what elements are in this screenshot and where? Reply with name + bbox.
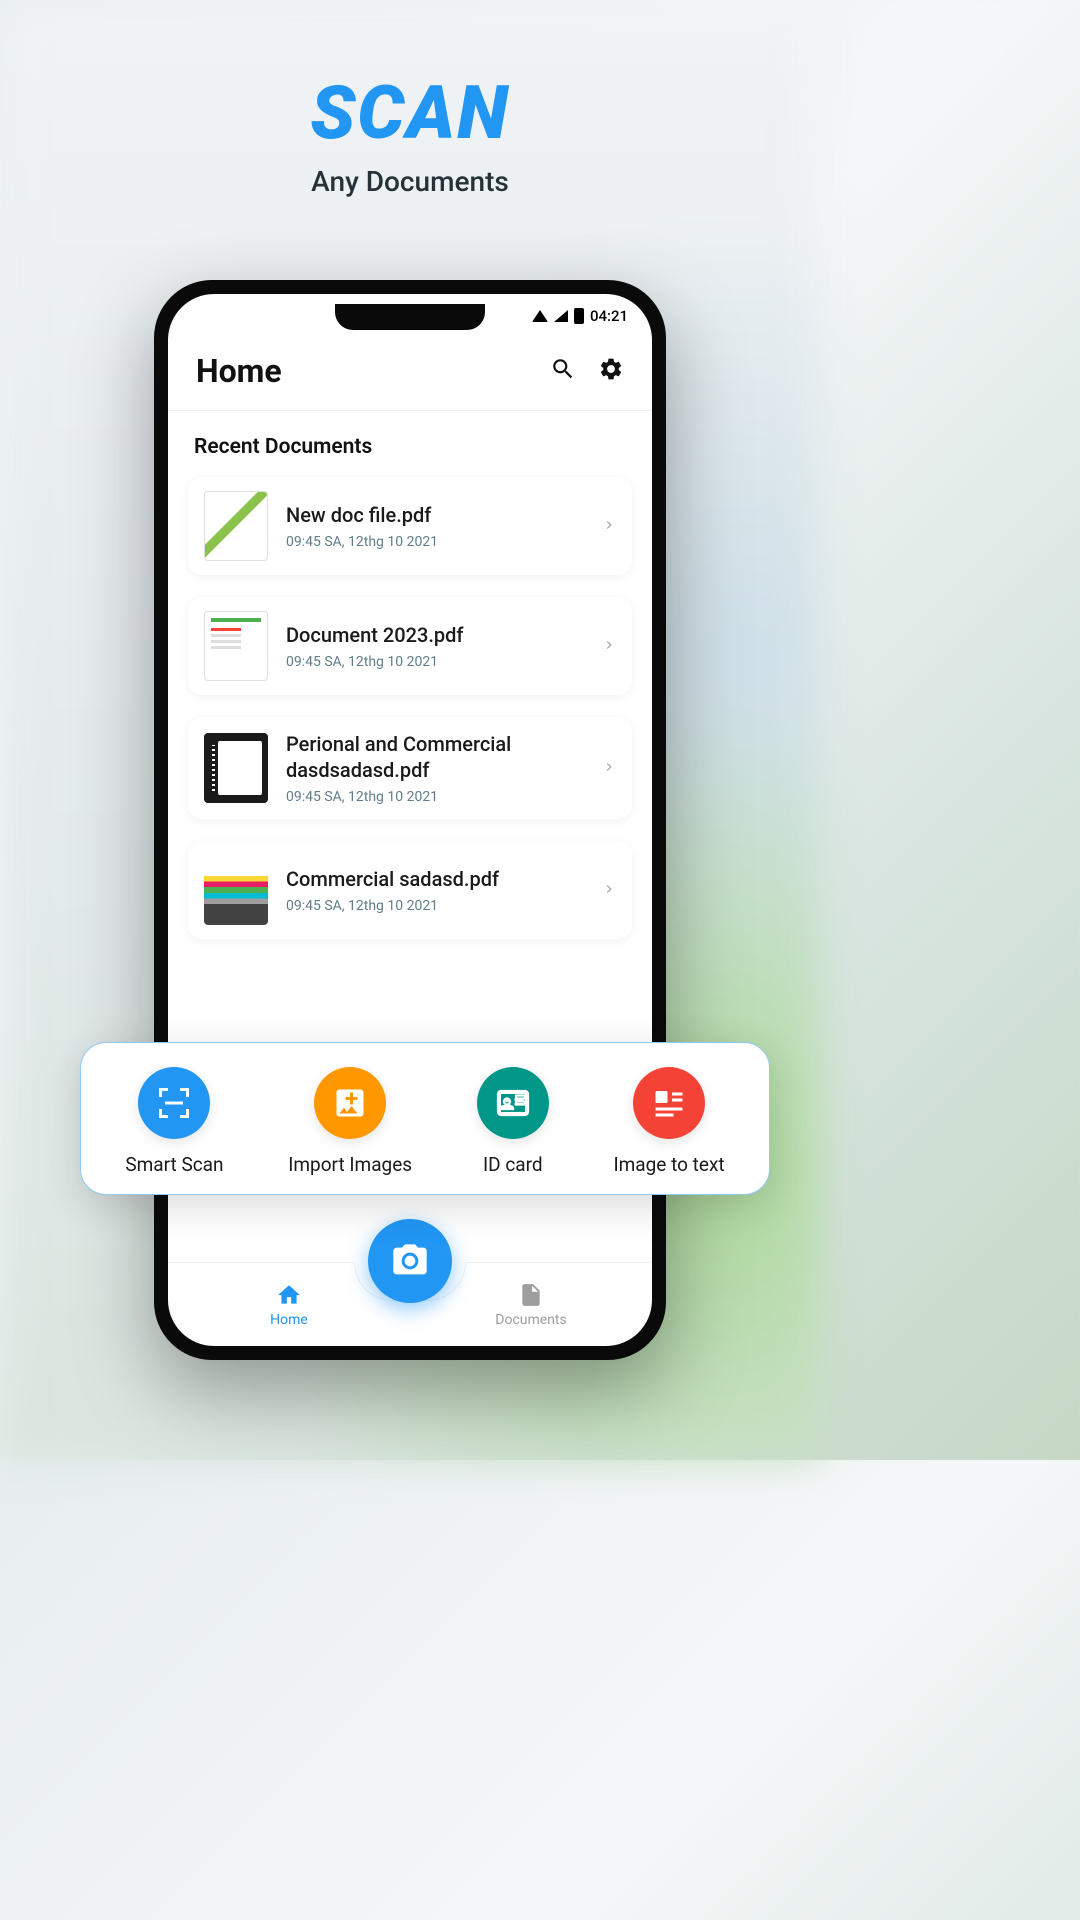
page-title: Home [196,352,550,390]
status-time: 04:21 [590,307,628,325]
hero-header: SCAN Any Documents [0,0,820,198]
import-images-icon [314,1067,386,1139]
action-image-to-text[interactable]: Image to text [613,1067,724,1176]
document-thumbnail [204,733,268,803]
document-title: Commercial sadasd.pdf [286,866,584,892]
document-card[interactable]: Commercial sadasd.pdf 09:45 SA, 12thg 10… [188,841,632,939]
id-card-icon [477,1067,549,1139]
action-id-card[interactable]: ID card [477,1067,549,1176]
camera-fab[interactable] [368,1219,452,1303]
bottom-nav: Home Documents [168,1262,652,1346]
action-label: Image to text [613,1153,724,1176]
document-meta: 09:45 SA, 12thg 10 2021 [286,534,584,550]
action-label: Smart Scan [125,1153,223,1176]
action-label: Import Images [288,1153,412,1176]
search-icon[interactable] [550,356,576,386]
camera-icon [390,1241,430,1281]
document-thumbnail [204,611,268,681]
image-to-text-icon [633,1067,705,1139]
app-header: Home [168,338,652,411]
document-meta: 09:45 SA, 12thg 10 2021 [286,654,584,670]
nav-documents-label: Documents [495,1312,566,1328]
action-import-images[interactable]: Import Images [288,1067,412,1176]
document-meta: 09:45 SA, 12thg 10 2021 [286,789,584,805]
wifi-icon [532,310,548,322]
document-title: Perional and Commercial dasdsadasd.pdf [286,731,584,783]
nav-home[interactable]: Home [209,1282,369,1328]
battery-icon [574,308,584,324]
nav-home-label: Home [270,1312,308,1328]
section-title: Recent Documents [188,435,632,459]
documents-icon [518,1282,544,1308]
action-label: ID card [483,1153,543,1176]
chevron-right-icon[interactable] [602,759,616,778]
document-thumbnail [204,855,268,925]
settings-icon[interactable] [598,356,624,386]
status-bar: 04:21 [168,294,652,338]
chevron-right-icon[interactable] [602,881,616,900]
home-icon [276,1282,302,1308]
chevron-right-icon[interactable] [602,517,616,536]
document-title: Document 2023.pdf [286,622,584,648]
document-meta: 09:45 SA, 12thg 10 2021 [286,898,584,914]
signal-icon [554,310,568,322]
document-card[interactable]: Document 2023.pdf 09:45 SA, 12thg 10 202… [188,597,632,695]
document-card[interactable]: Perional and Commercial dasdsadasd.pdf 0… [188,717,632,819]
phone-frame: 04:21 Home Recent Documents New doc file… [154,280,666,1360]
nav-documents[interactable]: Documents [451,1282,611,1328]
smart-scan-icon [138,1067,210,1139]
action-sheet: Smart Scan Import Images ID card Image t… [80,1042,770,1195]
action-smart-scan[interactable]: Smart Scan [125,1067,223,1176]
document-title: New doc file.pdf [286,502,584,528]
hero-subtitle: Any Documents [0,165,820,198]
hero-title: SCAN [0,70,820,157]
document-card[interactable]: New doc file.pdf 09:45 SA, 12thg 10 2021 [188,477,632,575]
chevron-right-icon[interactable] [602,637,616,656]
document-thumbnail [204,491,268,561]
